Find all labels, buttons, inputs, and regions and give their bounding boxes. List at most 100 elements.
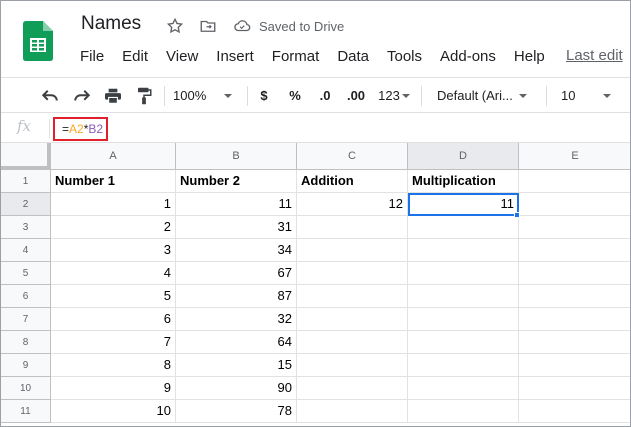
cell-e7[interactable] — [519, 308, 630, 331]
cell-c3[interactable] — [297, 216, 408, 239]
menu-help[interactable]: Help — [505, 47, 554, 67]
cell-a10[interactable]: 9 — [51, 377, 176, 400]
column-header-e[interactable]: E — [519, 143, 630, 170]
cell-c4[interactable] — [297, 239, 408, 262]
cell-b11[interactable]: 78 — [176, 400, 297, 423]
menu-edit[interactable]: Edit — [113, 47, 157, 67]
column-header-c[interactable]: C — [297, 143, 408, 170]
cell-b7[interactable]: 32 — [176, 308, 297, 331]
cell-a2[interactable]: 1 — [51, 193, 176, 216]
cell-e11[interactable] — [519, 400, 630, 423]
cell-d8[interactable] — [408, 331, 519, 354]
cell-c11[interactable] — [297, 400, 408, 423]
cell-c7[interactable] — [297, 308, 408, 331]
cell-b2[interactable]: 11 — [176, 193, 297, 216]
menu-file[interactable]: File — [71, 47, 113, 67]
row-header-3[interactable]: 3 — [1, 216, 51, 239]
cell-b10[interactable]: 90 — [176, 377, 297, 400]
row-header-7[interactable]: 7 — [1, 308, 51, 331]
cell-d10[interactable] — [408, 377, 519, 400]
cell-e4[interactable] — [519, 239, 630, 262]
row-header-6[interactable]: 6 — [1, 285, 51, 308]
cell-b8[interactable]: 64 — [176, 331, 297, 354]
undo-icon[interactable] — [37, 78, 63, 113]
menu-format[interactable]: Format — [263, 47, 329, 67]
menu-tools[interactable]: Tools — [378, 47, 431, 67]
menu-insert[interactable]: Insert — [207, 47, 263, 67]
cell-e2[interactable] — [519, 193, 630, 216]
cell-a3[interactable]: 2 — [51, 216, 176, 239]
cell-d4[interactable] — [408, 239, 519, 262]
column-header-b[interactable]: B — [176, 143, 297, 170]
zoom-select[interactable]: 100% — [173, 78, 243, 113]
cell-e5[interactable] — [519, 262, 630, 285]
move-folder-icon[interactable] — [198, 16, 218, 36]
column-header-d[interactable]: D — [408, 143, 519, 170]
menu-view[interactable]: View — [157, 47, 207, 67]
paint-format-icon[interactable] — [131, 78, 157, 113]
cell-d7[interactable] — [408, 308, 519, 331]
row-header-11[interactable]: 11 — [1, 400, 51, 423]
percent-format-button[interactable]: % — [285, 78, 305, 113]
cell-e8[interactable] — [519, 331, 630, 354]
cell-c2[interactable]: 12 — [297, 193, 408, 216]
row-header-5[interactable]: 5 — [1, 262, 51, 285]
cell-e1[interactable] — [519, 170, 630, 193]
cell-b1[interactable]: Number 2 — [176, 170, 297, 193]
star-icon[interactable] — [165, 16, 185, 36]
cell-a9[interactable]: 8 — [51, 354, 176, 377]
cell-a1[interactable]: Number 1 — [51, 170, 176, 193]
cell-b6[interactable]: 87 — [176, 285, 297, 308]
document-title[interactable]: Names — [81, 13, 141, 35]
cell-e10[interactable] — [519, 377, 630, 400]
cell-e9[interactable] — [519, 354, 630, 377]
cell-a8[interactable]: 7 — [51, 331, 176, 354]
cell-d6[interactable] — [408, 285, 519, 308]
cell-a5[interactable]: 4 — [51, 262, 176, 285]
font-size-select[interactable]: 10 — [561, 78, 623, 113]
cell-e3[interactable] — [519, 216, 630, 239]
menu-addons[interactable]: Add-ons — [431, 47, 505, 67]
formula-input[interactable]: =A2*B2 — [62, 122, 103, 136]
cell-c10[interactable] — [297, 377, 408, 400]
last-edit-link[interactable]: Last edit — [566, 47, 623, 64]
cell-c1[interactable]: Addition — [297, 170, 408, 193]
row-header-8[interactable]: 8 — [1, 331, 51, 354]
decrease-decimal-button[interactable]: .0 — [311, 78, 339, 113]
font-family-select[interactable]: Default (Ari... — [437, 78, 539, 113]
cell-d11[interactable] — [408, 400, 519, 423]
cell-d2[interactable]: 11 — [408, 193, 519, 216]
row-header-4[interactable]: 4 — [1, 239, 51, 262]
cell-c9[interactable] — [297, 354, 408, 377]
redo-icon[interactable] — [69, 78, 95, 113]
cell-a4[interactable]: 3 — [51, 239, 176, 262]
cell-b3[interactable]: 31 — [176, 216, 297, 239]
cell-a6[interactable]: 5 — [51, 285, 176, 308]
column-header-a[interactable]: A — [51, 143, 176, 170]
cell-d1[interactable]: Multiplication — [408, 170, 519, 193]
row-header-9[interactable]: 9 — [1, 354, 51, 377]
more-formats-button[interactable]: 123 — [374, 78, 414, 113]
row-header-10[interactable]: 10 — [1, 377, 51, 400]
cell-c8[interactable] — [297, 331, 408, 354]
menu-data[interactable]: Data — [328, 47, 378, 67]
cell-a11[interactable]: 10 — [51, 400, 176, 423]
sheets-logo-icon[interactable] — [23, 21, 53, 61]
print-icon[interactable] — [100, 78, 126, 113]
cell-c6[interactable] — [297, 285, 408, 308]
cell-c5[interactable] — [297, 262, 408, 285]
currency-format-button[interactable]: $ — [254, 78, 274, 113]
cell-b4[interactable]: 34 — [176, 239, 297, 262]
row-header-1[interactable]: 1 — [1, 170, 51, 193]
cell-e6[interactable] — [519, 285, 630, 308]
select-all-corner[interactable] — [1, 143, 51, 170]
cell-d3[interactable] — [408, 216, 519, 239]
cell-b9[interactable]: 15 — [176, 354, 297, 377]
cell-d5[interactable] — [408, 262, 519, 285]
cell-a7[interactable]: 6 — [51, 308, 176, 331]
fill-handle[interactable] — [514, 212, 520, 218]
cell-d9[interactable] — [408, 354, 519, 377]
increase-decimal-button[interactable]: .00 — [342, 78, 370, 113]
row-header-2[interactable]: 2 — [1, 193, 51, 216]
cell-b5[interactable]: 67 — [176, 262, 297, 285]
